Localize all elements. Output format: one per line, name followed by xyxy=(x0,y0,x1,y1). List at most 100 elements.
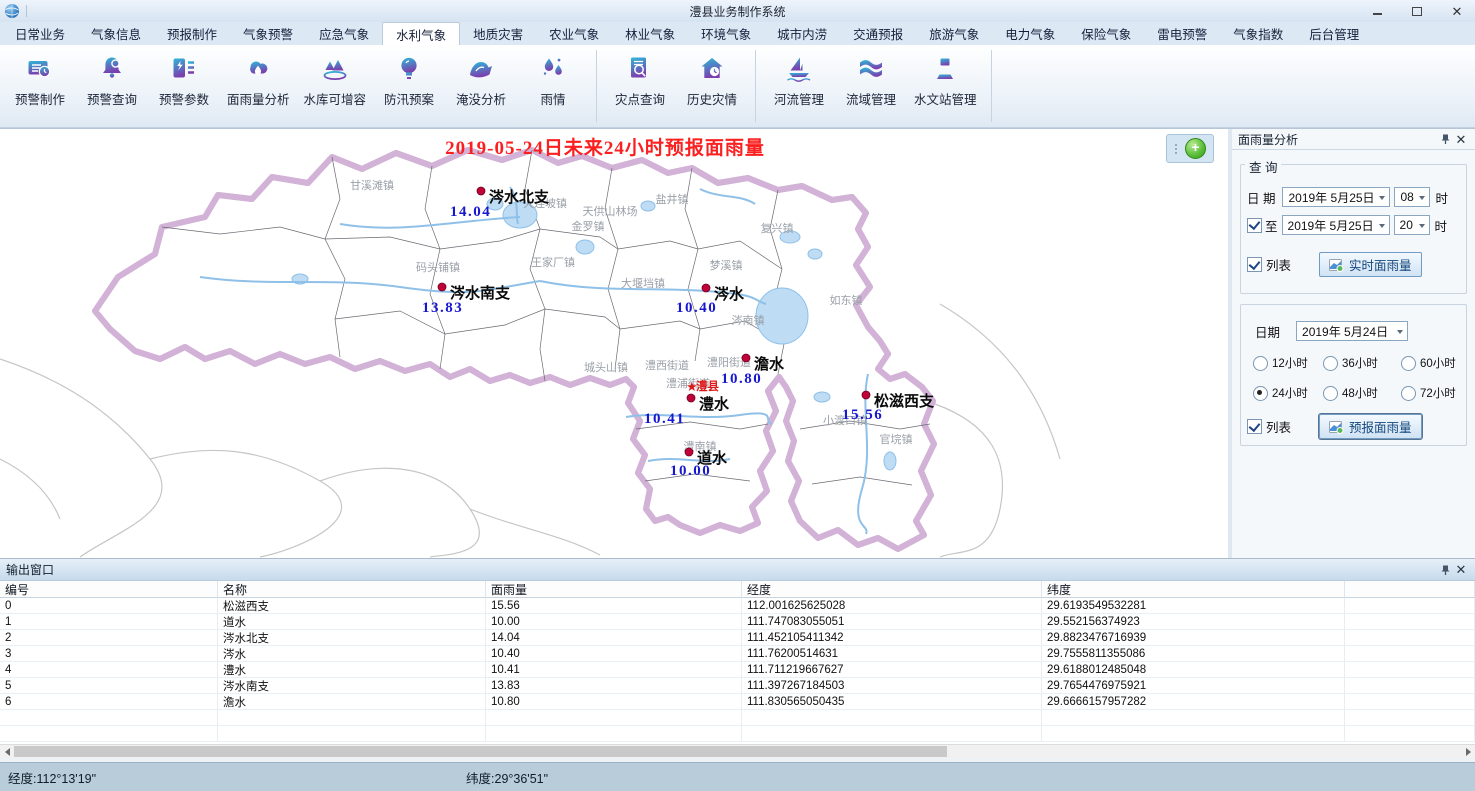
forecast-date-dropdown[interactable]: 2019年 5月24日 xyxy=(1296,321,1408,341)
list-label: 列表 xyxy=(1266,255,1291,274)
radio-icon xyxy=(1401,386,1416,401)
station-marker-松滋西支[interactable] xyxy=(862,391,870,399)
add-layer-button[interactable]: + xyxy=(1185,138,1206,159)
menu-item-林业气象[interactable]: 林业气象 xyxy=(612,22,688,45)
table-row-松滋西支[interactable]: 0松滋西支15.56112.00162562502829.61935495322… xyxy=(0,598,1475,614)
menu-item-地质灾害[interactable]: 地质灾害 xyxy=(460,22,536,45)
station-marker-澧水[interactable] xyxy=(687,394,695,402)
duration-radio-72小时[interactable]: 72小时 xyxy=(1401,385,1466,401)
toolbar-button-河流管理[interactable]: 河流管理 xyxy=(763,45,835,127)
forecast-list-checkbox[interactable] xyxy=(1247,419,1262,434)
toolbar-label: 预警查询 xyxy=(87,89,137,108)
drag-grip-icon[interactable] xyxy=(1171,144,1181,154)
end-hour-dropdown[interactable]: 20 xyxy=(1394,215,1430,235)
duration-radio-12小时[interactable]: 12小时 xyxy=(1253,355,1323,371)
toolbar-button-面雨量分析[interactable]: 面雨量分析 xyxy=(220,45,297,127)
toolbar-button-防汛预案[interactable]: 防汛预案 xyxy=(373,45,445,127)
duration-radio-48小时[interactable]: 48小时 xyxy=(1323,385,1401,401)
toolbar-button-预警参数[interactable]: 预警参数 xyxy=(148,45,220,127)
menu-item-交通预报[interactable]: 交通预报 xyxy=(840,22,916,45)
warning-params-icon xyxy=(169,54,199,84)
forecast-rainfall-button[interactable]: 预报面雨量 xyxy=(1319,414,1422,439)
toolbar-button-预警查询[interactable]: 预警查询 xyxy=(76,45,148,127)
map-view[interactable]: 甘溪滩镇火连坡镇天供山林场金罗镇盐井镇复兴镇码头铺镇王家厂镇大堰垱镇梦溪镇涔南镇… xyxy=(0,129,1228,558)
table-row-涔水北支[interactable]: 2涔水北支14.04111.45210541134229.88234767169… xyxy=(0,630,1475,646)
menu-item-保险气象[interactable]: 保险气象 xyxy=(1068,22,1144,45)
scroll-left-button[interactable] xyxy=(0,745,14,758)
output-pin-button[interactable] xyxy=(1437,562,1453,578)
start-date-dropdown[interactable]: 2019年 5月25日 xyxy=(1282,187,1390,207)
panel-close-button[interactable]: ✕ xyxy=(1453,131,1469,147)
menu-item-日常业务[interactable]: 日常业务 xyxy=(2,22,78,45)
cell: 111.452105411342 xyxy=(742,630,1042,646)
table-row-道水[interactable]: 1道水10.00111.74708305505129.552156374923 xyxy=(0,614,1475,630)
panel-header: 面雨量分析 ✕ xyxy=(1232,129,1475,150)
to-date-checkbox[interactable] xyxy=(1247,218,1262,233)
duration-radio-60小时[interactable]: 60小时 xyxy=(1401,355,1466,371)
menu-item-应急气象[interactable]: 应急气象 xyxy=(306,22,382,45)
realtime-rainfall-button[interactable]: 实时面雨量 xyxy=(1319,252,1422,277)
town-label-大堰垱镇: 大堰垱镇 xyxy=(621,276,665,290)
station-marker-涔水南支[interactable] xyxy=(438,283,446,291)
toolbar-label: 雨情 xyxy=(541,89,566,108)
town-label-梦溪镇: 梦溪镇 xyxy=(710,258,743,272)
cell xyxy=(218,726,486,742)
output-header: 输出窗口 ✕ xyxy=(0,559,1475,581)
table-row-澹水[interactable]: 6澹水10.80111.83056505043529.6666157957282 xyxy=(0,694,1475,710)
menu-item-水利气象[interactable]: 水利气象 xyxy=(382,22,460,45)
menu-item-电力气象[interactable]: 电力气象 xyxy=(992,22,1068,45)
menu-item-预报制作[interactable]: 预报制作 xyxy=(154,22,230,45)
menu-item-后台管理[interactable]: 后台管理 xyxy=(1296,22,1372,45)
radio-label: 72小时 xyxy=(1420,385,1456,401)
menu-item-环境气象[interactable]: 环境气象 xyxy=(688,22,764,45)
raindrops-icon xyxy=(538,54,568,84)
station-marker-涔水北支[interactable] xyxy=(477,187,485,195)
duration-radio-24小时[interactable]: 24小时 xyxy=(1253,385,1323,401)
end-date-dropdown[interactable]: 2019年 5月25日 xyxy=(1282,215,1390,235)
menu-item-雷电预警[interactable]: 雷电预警 xyxy=(1144,22,1220,45)
toolbar-label: 灾点查询 xyxy=(615,89,665,108)
scrollbar-thumb[interactable] xyxy=(14,746,947,757)
station-marker-涔水[interactable] xyxy=(702,284,710,292)
minimize-button[interactable] xyxy=(1369,4,1385,18)
menu-item-气象信息[interactable]: 气象信息 xyxy=(78,22,154,45)
toolbar-button-灾点查询[interactable]: 灾点查询 xyxy=(604,45,676,127)
close-button[interactable]: ✕ xyxy=(1449,4,1465,18)
radio-icon xyxy=(1323,386,1338,401)
toolbar-button-水文站管理[interactable]: 水文站管理 xyxy=(907,45,984,127)
menu-item-旅游气象[interactable]: 旅游气象 xyxy=(916,22,992,45)
cell xyxy=(486,726,742,742)
duration-radio-36小时[interactable]: 36小时 xyxy=(1323,355,1401,371)
table-row-澧水[interactable]: 4澧水10.41111.71121966762729.6188012485048 xyxy=(0,662,1475,678)
menu-item-城市内涝[interactable]: 城市内涝 xyxy=(764,22,840,45)
toolbar-button-预警制作[interactable]: 预警制作 xyxy=(4,45,76,127)
column-header-面雨量[interactable]: 面雨量 xyxy=(486,581,742,598)
menu-item-农业气象[interactable]: 农业气象 xyxy=(536,22,612,45)
toolbar-button-流域管理[interactable]: 流域管理 xyxy=(835,45,907,127)
table-row-涔水[interactable]: 3涔水10.40111.7620051463129.7555811355086 xyxy=(0,646,1475,662)
output-close-button[interactable]: ✕ xyxy=(1453,562,1469,578)
arrow-left-icon xyxy=(5,748,10,756)
toolbar-button-雨情[interactable]: 雨情 xyxy=(517,45,589,127)
scroll-right-button[interactable] xyxy=(1461,745,1475,758)
list-checkbox[interactable] xyxy=(1247,257,1262,272)
maximize-button[interactable] xyxy=(1409,4,1425,18)
menu-item-气象预警[interactable]: 气象预警 xyxy=(230,22,306,45)
map-chart-icon xyxy=(1329,258,1344,272)
cell xyxy=(1345,710,1475,726)
column-header-编号[interactable]: 编号 xyxy=(0,581,218,598)
pin-button[interactable] xyxy=(1437,131,1453,147)
station-marker-道水[interactable] xyxy=(685,448,693,456)
start-hour-dropdown[interactable]: 08 xyxy=(1394,187,1430,207)
menu-item-气象指数[interactable]: 气象指数 xyxy=(1220,22,1296,45)
table-row-涔水南支[interactable]: 5涔水南支13.83111.39726718450329.76544769759… xyxy=(0,678,1475,694)
toolbar-button-历史灾情[interactable]: 历史灾情 xyxy=(676,45,748,127)
chevron-down-icon xyxy=(1379,196,1385,200)
toolbar-button-水库可增容[interactable]: 水库可增容 xyxy=(297,45,374,127)
toolbar-button-淹没分析[interactable]: 淹没分析 xyxy=(445,45,517,127)
column-header-经度[interactable]: 经度 xyxy=(742,581,1042,598)
column-header-纬度[interactable]: 纬度 xyxy=(1042,581,1345,598)
column-header-名称[interactable]: 名称 xyxy=(218,581,486,598)
station-marker-澹水[interactable] xyxy=(742,354,750,362)
horizontal-scrollbar[interactable] xyxy=(0,744,1475,758)
